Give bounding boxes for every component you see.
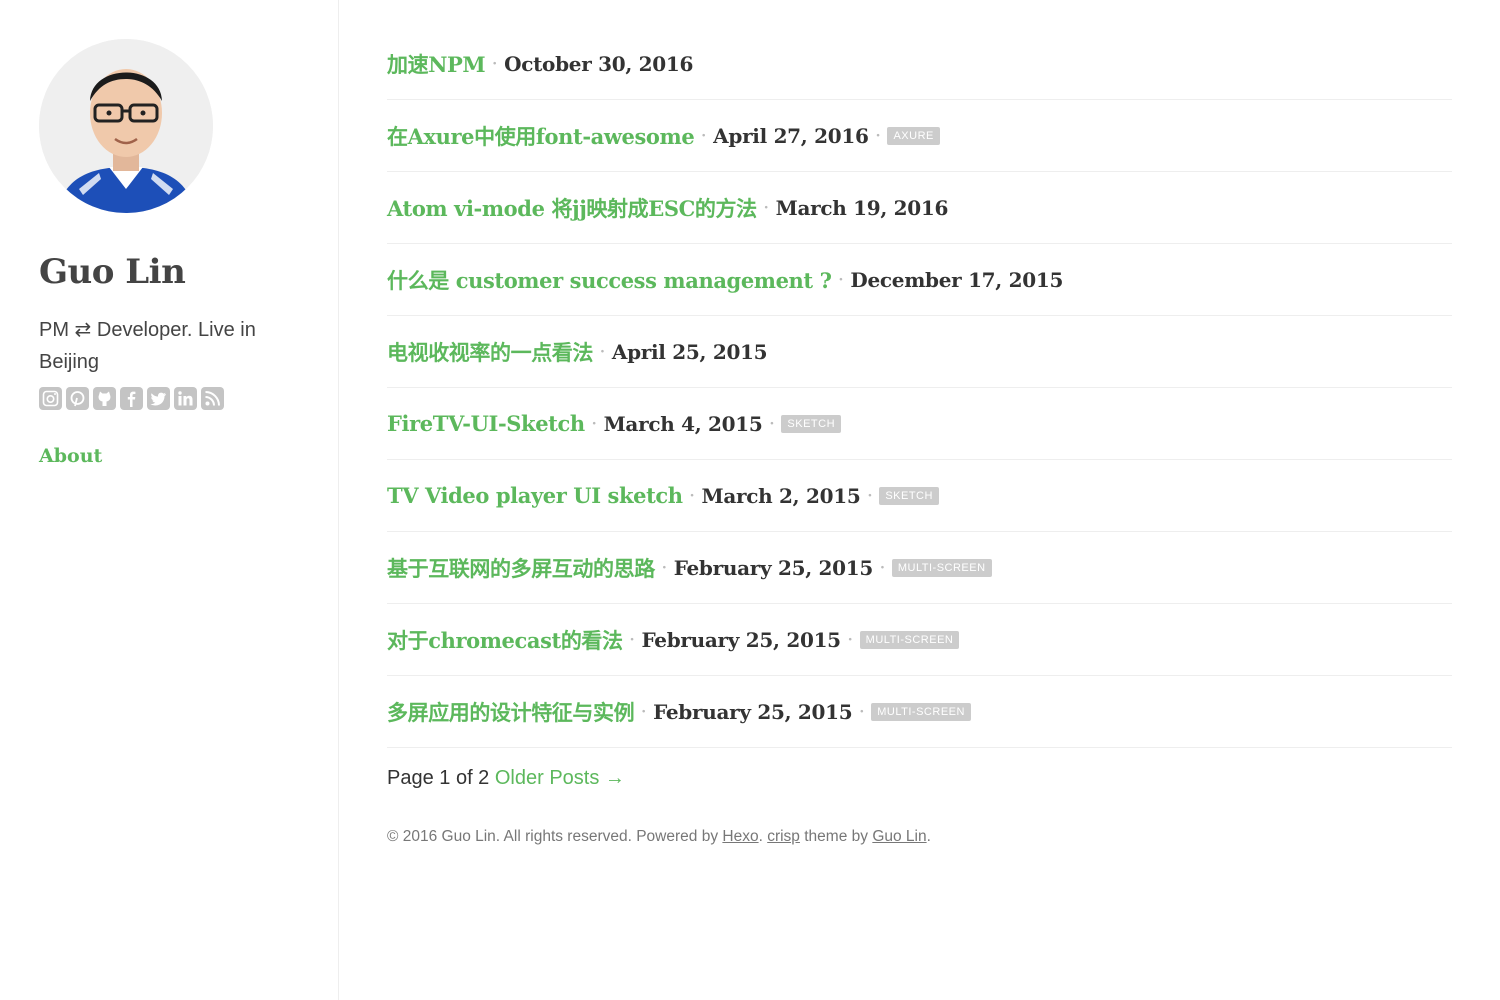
avatar-portrait [39,39,213,213]
post-item: TV Video player UI sketch · March 2, 201… [387,460,1452,532]
post-title-link[interactable]: TV Video player UI sketch [387,483,683,508]
post-item: 对于chromecast的看法 · February 25, 2015 · MU… [387,604,1452,676]
post-item: FireTV-UI-Sketch · March 4, 2015 · SKETC… [387,388,1452,460]
post-title-link[interactable]: 在Axure中使用font-awesome [387,121,695,151]
post-tag[interactable]: MULTI-SCREEN [871,702,971,721]
post-date: March 2, 2015 [701,483,861,508]
separator-dot: · [661,559,667,576]
crisp-theme-link[interactable]: crisp [767,828,800,845]
pinterest-icon[interactable] [66,387,89,410]
page-indicator: Page 1 of 2 [387,767,490,789]
post-title-link[interactable]: 基于互联网的多屏互动的思路 [387,553,655,583]
separator-dot: · [769,415,775,432]
separator-dot: · [763,199,769,216]
separator-dot: · [838,271,844,288]
separator-dot: · [875,127,881,144]
post-date: February 25, 2015 [641,627,842,652]
separator-dot: · [867,487,873,504]
facebook-icon[interactable] [120,387,143,410]
post-title-link[interactable]: 多屏应用的设计特征与实例 [387,697,635,727]
post-title-link[interactable]: 对于chromecast的看法 [387,625,623,655]
post-item: 基于互联网的多屏互动的思路 · February 25, 2015 · MULT… [387,532,1452,604]
separator-dot: · [859,703,865,720]
post-tag[interactable]: SKETCH [781,414,842,433]
footer-end: . [926,828,931,845]
github-icon[interactable] [93,387,116,410]
separator-dot: · [879,559,885,576]
copyright-text: © 2016 Guo Lin. All rights reserved. Pow… [387,828,719,845]
separator-dot: · [492,55,498,72]
post-date: March 19, 2016 [775,195,949,220]
sidebar: Guo Lin PM ⇄ Developer. Live in Beijing … [0,0,339,1000]
twitter-icon[interactable] [147,387,170,410]
separator-dot: · [600,343,605,360]
post-date: April 25, 2015 [611,339,768,364]
post-item: 加速NPM · October 30, 2016 [387,28,1452,100]
separator-dot: · [641,703,647,720]
separator-dot: · [701,127,707,144]
post-title-link[interactable]: 电视收视率的一点看法 [387,337,593,367]
post-title-link[interactable]: 加速NPM [387,49,486,79]
post-title-link[interactable]: Atom vi-mode 将jj映射成ESC的方法 [387,193,757,223]
post-date: March 4, 2015 [603,411,763,436]
avatar[interactable] [39,39,213,213]
instagram-icon[interactable] [39,387,62,410]
older-posts-link[interactable]: Older Posts → [495,767,625,789]
footer: © 2016 Guo Lin. All rights reserved. Pow… [387,828,1452,846]
linkedin-icon[interactable] [174,387,197,410]
post-item: 多屏应用的设计特征与实例 · February 25, 2015 · MULTI… [387,676,1452,748]
post-item: 电视收视率的一点看法 · April 25, 2015 [387,316,1452,388]
pagination: Page 1 of 2 Older Posts → [387,767,1452,790]
post-item: Atom vi-mode 将jj映射成ESC的方法 · March 19, 20… [387,172,1452,244]
post-date: April 27, 2016 [713,123,869,148]
nav-about-link[interactable]: About [39,445,102,467]
post-title-link[interactable]: 什么是 customer success management ? [387,265,832,295]
post-date: February 25, 2015 [673,555,874,580]
post-tag[interactable]: MULTI-SCREEN [891,558,992,577]
post-item: 什么是 customer success management ? · Dece… [387,244,1452,316]
hexo-link[interactable]: Hexo [722,828,758,845]
post-tag[interactable]: MULTI-SCREEN [859,630,960,649]
author-link[interactable]: Guo Lin [872,828,926,845]
post-tag[interactable]: AXURE [887,126,940,145]
social-links [39,387,224,410]
post-title-link[interactable]: FireTV-UI-Sketch [387,411,585,436]
theme-by-text: theme by [804,828,869,845]
post-date: December 17, 2015 [850,267,1064,292]
separator-dot: · [689,487,695,504]
separator-dot: · [629,631,635,648]
post-item: 在Axure中使用font-awesome · April 27, 2016 ·… [387,100,1452,172]
separator-dot: · [591,415,597,432]
post-tag[interactable]: SKETCH [879,486,939,505]
post-date: October 30, 2016 [504,51,694,76]
footer-separator: . [758,828,763,845]
post-list: 加速NPM · October 30, 2016 在Axure中使用font-a… [387,28,1452,846]
site-title: Guo Lin [39,252,186,292]
separator-dot: · [847,631,853,648]
post-date: February 25, 2015 [653,699,853,724]
bio: PM ⇄ Developer. Live in Beijing [39,319,256,373]
rss-icon[interactable] [201,387,224,410]
